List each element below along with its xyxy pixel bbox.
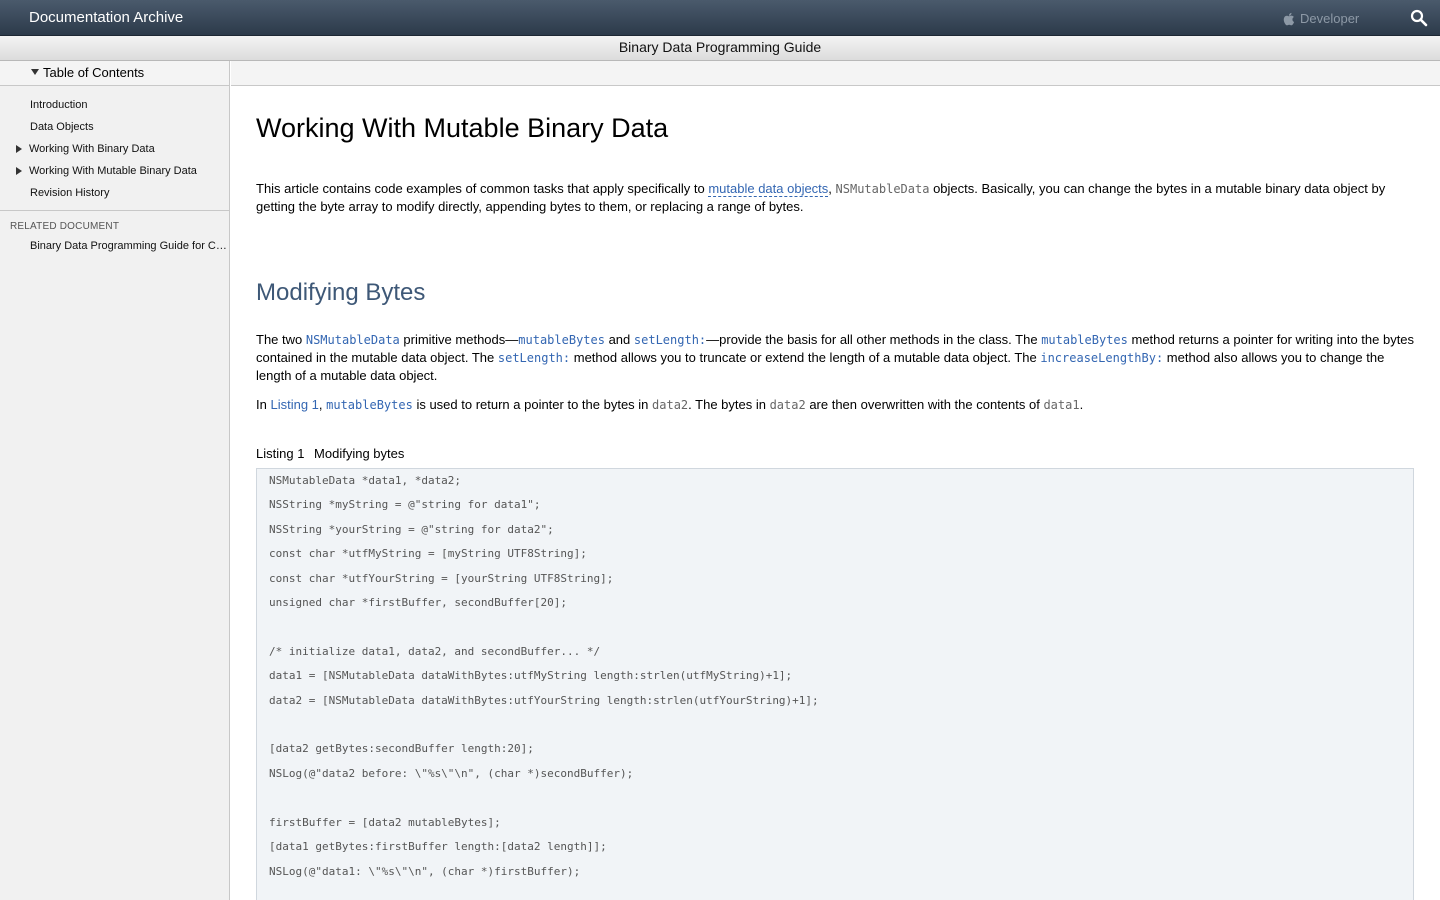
- developer-link[interactable]: Developer: [1282, 0, 1359, 37]
- sidebar: Table of Contents Introduction Data Obje…: [0, 61, 230, 900]
- text: ,: [828, 181, 836, 196]
- listing-number: Listing 1: [256, 446, 305, 461]
- text: In: [256, 397, 271, 412]
- top-navigation-bar: Documentation Archive Developer: [0, 0, 1440, 36]
- toc-item-introduction[interactable]: Introduction: [0, 94, 229, 116]
- text: The two: [256, 332, 306, 347]
- document-title: Binary Data Programming Guide: [618, 39, 822, 55]
- toc-item-label: Revision History: [30, 187, 110, 199]
- search-icon[interactable]: [1410, 9, 1428, 27]
- mutablebytes-link[interactable]: mutableBytes: [326, 398, 413, 412]
- related-document-heading: RELATED DOCUMENT: [10, 221, 120, 232]
- text: are then overwritten with the contents o…: [805, 397, 1044, 412]
- code-listing: NSMutableData *data1, *data2; NSString *…: [256, 468, 1414, 900]
- toc-item-working-with-binary-data[interactable]: Working With Binary Data: [0, 138, 229, 160]
- toc-item-label: Data Objects: [30, 121, 94, 133]
- toc-item-label: Introduction: [30, 99, 88, 111]
- paragraph: In Listing 1, mutableBytes is used to re…: [256, 396, 1416, 414]
- text: . The bytes in: [688, 397, 770, 412]
- toc-item-label: Working With Mutable Binary Data: [29, 165, 197, 177]
- disclosure-right-icon[interactable]: [16, 167, 22, 175]
- toc-list: Introduction Data Objects Working With B…: [0, 86, 229, 211]
- content-header-strip: [231, 61, 1440, 86]
- listing-1-link[interactable]: Listing 1: [270, 397, 318, 412]
- setlength-link[interactable]: setLength:: [498, 351, 570, 365]
- disclosure-right-icon[interactable]: [16, 145, 22, 153]
- code-term: data1: [1043, 398, 1080, 412]
- setlength-link[interactable]: setLength:: [634, 333, 706, 347]
- text: and: [604, 332, 634, 347]
- text: .: [1079, 397, 1084, 412]
- site-title-link[interactable]: Documentation Archive: [29, 0, 183, 36]
- code-term: data2: [769, 398, 806, 412]
- intro-paragraph: This article contains code examples of c…: [256, 180, 1416, 216]
- listing-caption: Listing 1 Modifying bytes: [256, 446, 1416, 461]
- toc-header-label: Table of Contents: [43, 65, 145, 80]
- disclosure-down-icon: [31, 69, 39, 75]
- toc-item-working-with-mutable-binary-data[interactable]: Working With Mutable Binary Data: [0, 160, 229, 182]
- increaselengthby-link[interactable]: increaseLengthBy:: [1040, 351, 1163, 365]
- developer-label: Developer: [1300, 11, 1360, 26]
- text: method allows you to truncate or extend …: [570, 350, 1041, 365]
- main-content: Working With Mutable Binary Data This ar…: [256, 86, 1416, 900]
- code-term: data2: [652, 398, 689, 412]
- table-of-contents-toggle[interactable]: Table of Contents: [0, 61, 229, 86]
- listing-title: Modifying bytes: [314, 446, 405, 461]
- toc-item-data-objects[interactable]: Data Objects: [0, 116, 229, 138]
- page-title: Working With Mutable Binary Data: [256, 113, 669, 143]
- text: primitive methods—: [399, 332, 519, 347]
- toc-item-label: Working With Binary Data: [29, 143, 155, 155]
- mutablebytes-link[interactable]: mutableBytes: [1041, 333, 1128, 347]
- apple-logo-icon: [1283, 12, 1295, 25]
- mutable-data-objects-link[interactable]: mutable data objects: [708, 181, 829, 197]
- text: —provide the basis for all other methods…: [706, 332, 1042, 347]
- section-heading: Modifying Bytes: [256, 279, 426, 306]
- text: is used to return a pointer to the bytes…: [412, 397, 653, 412]
- toc-item-revision-history[interactable]: Revision History: [0, 182, 229, 204]
- nsmutabledata-link[interactable]: NSMutableData: [306, 333, 400, 347]
- code-term: NSMutableData: [835, 182, 930, 196]
- related-document-link[interactable]: Binary Data Programming Guide for Core F…: [0, 240, 229, 252]
- mutablebytes-link[interactable]: mutableBytes: [518, 333, 605, 347]
- paragraph: The two NSMutableData primitive methods—…: [256, 331, 1416, 385]
- document-title-bar: Binary Data Programming Guide: [0, 36, 1440, 61]
- text: This article contains code examples of c…: [256, 181, 709, 196]
